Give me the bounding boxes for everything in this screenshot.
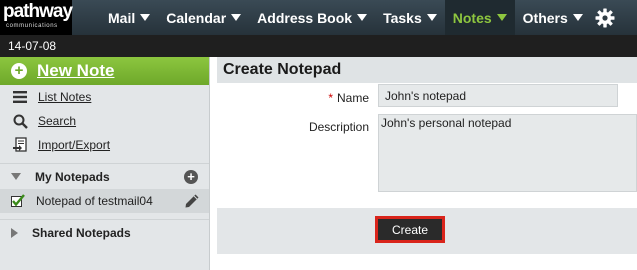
my-notepads-header[interactable]: My Notepads + (0, 163, 209, 189)
shared-notepads-title: Shared Notepads (32, 225, 131, 240)
nav-tasks[interactable]: Tasks (375, 0, 445, 35)
nav-others[interactable]: Others (515, 0, 591, 35)
sidebar-item-import-export[interactable]: Import/Export (0, 133, 209, 157)
expand-triangle-icon (11, 227, 18, 238)
sidebar-item-search[interactable]: Search (0, 109, 209, 133)
caret-down-icon (231, 14, 242, 21)
nav-calendar[interactable]: Calendar (158, 0, 249, 35)
nav-mail[interactable]: Mail (72, 0, 158, 35)
nav-notes-label: Notes (452, 9, 492, 26)
list-notes-label: List Notes (38, 90, 92, 104)
caret-down-icon (140, 14, 151, 21)
logo-subtext: communications (6, 23, 58, 29)
page-title: Create Notepad (217, 57, 637, 83)
search-icon (12, 113, 28, 129)
name-label: * Name (328, 91, 369, 105)
caret-down-icon (572, 14, 583, 21)
top-nav-bar: pathway communications Mail Calendar Add… (0, 0, 637, 35)
nav-calendar-label: Calendar (166, 9, 227, 26)
nav-address-book-label: Address Book (257, 9, 353, 26)
nav-mail-label: Mail (108, 9, 136, 26)
shared-notepads-header[interactable]: Shared Notepads (0, 219, 209, 245)
sidebar: + New Note List Notes Search Import/Expo… (0, 57, 210, 270)
new-note-button[interactable]: + New Note (0, 57, 209, 85)
required-mark: * (328, 91, 333, 105)
sidebar-item-list-notes[interactable]: List Notes (0, 85, 209, 109)
pathway-logo[interactable]: pathway communications (0, 0, 73, 35)
caret-down-icon (426, 14, 437, 21)
create-button[interactable]: Create (375, 216, 445, 243)
nav-others-label: Others (522, 9, 568, 26)
logo-text: pathway (3, 1, 73, 22)
nav-tasks-label: Tasks (383, 9, 422, 26)
collapse-triangle-icon (11, 173, 21, 180)
nav-address-book[interactable]: Address Book (249, 0, 375, 35)
create-notepad-form: *Name Description John's personal notepa… (217, 83, 637, 208)
list-icon (12, 89, 28, 105)
import-export-label: Import/Export (38, 138, 111, 152)
my-notepads-title: My Notepads (35, 169, 110, 184)
caret-down-icon (496, 14, 507, 21)
main-nav: Mail Calendar Address Book Tasks Notes O… (72, 0, 615, 35)
nav-notes[interactable]: Notes (444, 0, 515, 35)
plus-circle-icon: + (11, 63, 27, 79)
new-note-label: New Note (37, 61, 115, 80)
add-notepad-icon[interactable]: + (184, 170, 198, 184)
name-label-text: Name (336, 91, 369, 105)
name-input[interactable] (378, 84, 618, 107)
import-export-icon (12, 137, 28, 153)
description-textarea[interactable]: John's personal notepad (378, 114, 637, 192)
description-label: Description (308, 120, 369, 134)
pencil-edit-icon[interactable] (184, 193, 200, 212)
search-label: Search (38, 114, 77, 128)
settings-gear-icon[interactable] (595, 0, 615, 35)
checkbox-checked-icon[interactable] (11, 194, 25, 208)
caret-down-icon (357, 14, 368, 21)
form-footer: Create (217, 208, 637, 254)
notepad-item[interactable]: Notepad of testmail04 (0, 189, 209, 213)
main-panel: Create Notepad *Name Description John's … (217, 57, 637, 270)
date-bar: 14-07-08 (0, 35, 637, 57)
notepad-item-label: Notepad of testmail04 (36, 194, 153, 208)
